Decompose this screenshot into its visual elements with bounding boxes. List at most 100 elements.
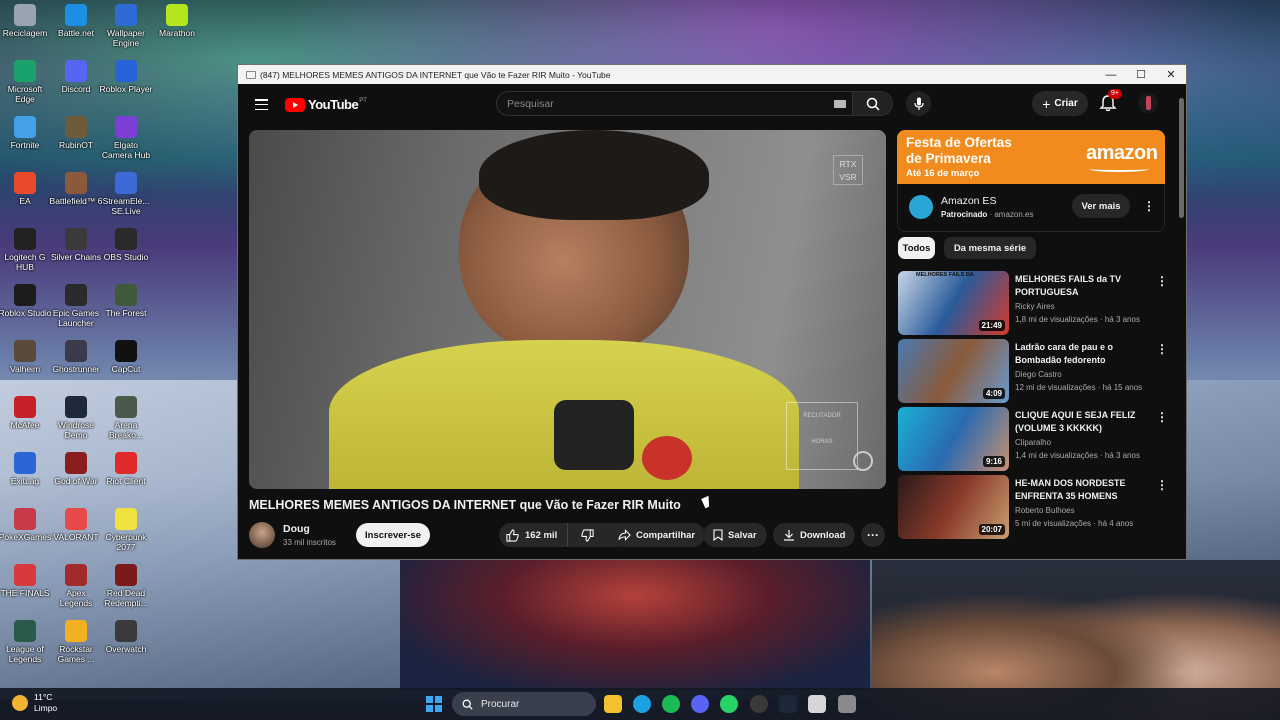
taskbar-spotify-icon[interactable] [662,695,680,713]
close-button[interactable]: ✕ [1156,65,1186,84]
desktop-icon-roblox-player[interactable]: Roblox Player [99,60,153,94]
more-actions-button[interactable]: ··· [861,523,885,547]
desktop-icon-elgato-camera-hub[interactable]: Elgato Camera Hub [99,116,153,160]
desktop-icon-league-of-legends[interactable]: League of Legends [0,620,52,664]
desktop-icon-god-of-war[interactable]: God of War [49,452,103,486]
app-icon [14,228,36,250]
taskbar-file-explorer-icon[interactable] [604,695,622,713]
app-icon [115,396,137,418]
taskbar-settings-icon[interactable] [838,695,856,713]
recommendation-item[interactable]: 20:07 HE-MAN DOS NORDESTE ENFRENTA 35 HOM… [898,475,1168,539]
recommendation-menu-icon[interactable]: ⋮ [1156,273,1168,289]
youtube-logo[interactable]: YouTube PT [285,97,367,112]
taskbar-discord-icon[interactable] [691,695,709,713]
taskbar-search[interactable]: Procurar [452,692,596,716]
desktop-icon-riot-client[interactable]: Riot Client [99,452,153,486]
desktop-icon-battlefield-6[interactable]: Battlefield™ 6 [49,172,103,206]
desktop-icon-overwatch[interactable]: Overwatch [99,620,153,654]
desktop-icon-mcafee[interactable]: McAfee [0,396,52,430]
desktop-icon-reciclagem[interactable]: Reciclagem [0,4,52,38]
ad-banner[interactable]: Festa de Ofertas de Primavera Até 16 de … [897,130,1165,184]
desktop-icon-arena-breako[interactable]: Arena Breako... [99,396,153,440]
desktop-icon-epic-games-launcher[interactable]: Epic Games Launcher [49,284,103,328]
desktop-icon-rockstar-games[interactable]: Rockstar Games ... [49,620,103,664]
desktop-icon-ea[interactable]: EA [0,172,52,206]
desktop-icon-fortnite[interactable]: Fortnite [0,116,52,150]
app-icon [14,284,36,306]
desktop-icon-rubinot[interactable]: RubinOT [49,116,103,150]
desktop-icon-capcut[interactable]: CapCut [99,340,153,374]
desktop-icon-the-finals[interactable]: THE FINALS [0,564,52,598]
taskbar-edge-icon[interactable] [633,695,651,713]
taskbar-logitech-icon[interactable] [808,695,826,713]
channel-avatar[interactable] [249,522,275,548]
desktop-icon-logitech-g-hub[interactable]: Logitech G HUB [0,228,52,272]
desktop-icon-cyberpunk-2077[interactable]: Cyberpunk 2077 [99,508,153,552]
chip-all[interactable]: Todos [898,237,935,259]
desktop-icon-wallpaper-engine[interactable]: Wallpaper Engine [99,4,153,48]
recommendation-item[interactable]: MELHORES FAILS DA 21:49 MELHORES FAILS da … [898,271,1168,335]
create-button[interactable]: + Criar [1032,91,1088,116]
desktop-icon-battle-net[interactable]: Battle.net [49,4,103,38]
desktop-icon-ghostrunner[interactable]: Ghostrunner [49,340,103,374]
taskbar-obs-icon[interactable] [750,695,768,713]
maximize-button[interactable]: ☐ [1126,65,1156,84]
recommendation-menu-icon[interactable]: ⋮ [1156,477,1168,493]
scrollbar-thumb[interactable] [1179,98,1184,218]
ad-date: Até 16 de março [906,168,980,179]
download-button[interactable]: Download [773,523,856,547]
save-button[interactable]: Salvar [703,523,767,547]
desktop-icon-microsoft-edge[interactable]: Microsoft Edge [0,60,52,104]
desktop-icon-valheim[interactable]: Valheim [0,340,52,374]
chip-same-series[interactable]: Da mesma série [944,237,1036,259]
menu-icon[interactable] [255,99,268,110]
desktop-icon-exitlag[interactable]: ExitLag [0,452,52,486]
desktop-icon-windrose-demo[interactable]: Windrose Demo [49,396,103,440]
ad-cta-button[interactable]: Ver mais [1072,194,1130,218]
app-icon [65,116,87,138]
like-button[interactable]: 162 mil [499,523,569,547]
voice-search-button[interactable] [906,91,931,116]
video-player[interactable]: RTX VSR RECUTADOR HORAS [249,130,886,489]
dislike-button[interactable] [573,523,602,547]
app-icon [115,4,137,26]
desktop-icon-valorant[interactable]: VALORANT [49,508,103,542]
keyboard-icon[interactable] [834,100,846,108]
ad-menu-icon[interactable]: ⋮ [1143,198,1155,214]
recommendation-thumbnail[interactable]: 4:09 [898,339,1009,403]
desktop-icon-obs-studio[interactable]: OBS Studio [99,228,153,262]
share-button[interactable]: Compartilhar [608,523,706,547]
minimize-button[interactable]: — [1096,65,1126,84]
taskbar-whatsapp-icon[interactable] [720,695,738,713]
recommendation-item[interactable]: 4:09 Ladrão cara de pau e o Bombadão fedo… [898,339,1168,403]
recommendation-thumbnail[interactable]: 9:16 [898,407,1009,471]
desktop-icon-discord[interactable]: Discord [49,60,103,94]
windows-start-icon[interactable] [426,696,442,712]
desktop-icon-pokexgames[interactable]: PokeXGames [0,508,52,542]
desktop-icon-marathon[interactable]: Marathon [150,4,204,38]
desktop-icon-silver-chains[interactable]: Silver Chains [49,228,103,262]
window-titlebar[interactable]: (847) MELHORES MEMES ANTIGOS DA INTERNET… [238,65,1186,84]
recommendation-item[interactable]: 9:16 CLIQUE AQUI E SEJA FELIZ (VOLUME 3 K… [898,407,1168,471]
search-button[interactable] [853,91,893,116]
desktop-icon-apex-legends[interactable]: Apex Legends [49,564,103,608]
recommendation-thumbnail[interactable]: MELHORES FAILS DA 21:49 [898,271,1009,335]
page-scrollbar[interactable] [1177,84,1186,559]
youtube-logo-text: YouTube [308,97,359,112]
subscribe-button[interactable]: Inscrever-se [356,523,430,547]
recommendation-menu-icon[interactable]: ⋮ [1156,341,1168,357]
desktop-icon-streamele-se-live[interactable]: StreamEle... SE.Live [99,172,153,216]
player-settings-icon[interactable] [853,451,873,471]
search-input[interactable]: Pesquisar [496,91,853,116]
recommendation-menu-icon[interactable]: ⋮ [1156,409,1168,425]
app-icon [166,4,188,26]
account-avatar[interactable] [1138,93,1158,113]
taskbar-steam-icon[interactable] [779,695,797,713]
app-icon [115,172,137,194]
desktop-icon-red-dead-redempti[interactable]: Red Dead Redempti... [99,564,153,608]
desktop-icon-roblox-studio[interactable]: Roblox Studio [0,284,52,318]
weather-widget[interactable]: 11°C Limpo [12,692,57,714]
desktop-icon-the-forest[interactable]: The Forest [99,284,153,318]
channel-name[interactable]: Doug [283,523,310,535]
recommendation-thumbnail[interactable]: 20:07 [898,475,1009,539]
